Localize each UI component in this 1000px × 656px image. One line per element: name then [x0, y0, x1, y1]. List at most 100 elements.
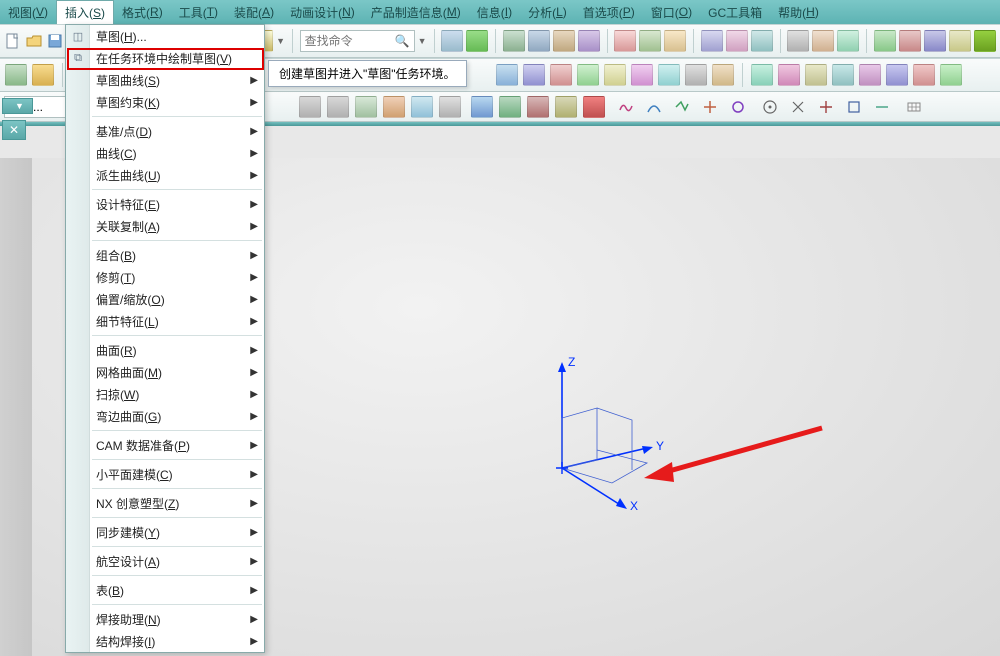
menu-item[interactable]: 修剪(T)▶ — [66, 266, 264, 288]
tb2-icon[interactable] — [684, 63, 708, 87]
tb2-icon[interactable] — [657, 63, 681, 87]
tb2-icon[interactable] — [603, 63, 627, 87]
tb3-icon[interactable] — [498, 95, 522, 119]
close-button[interactable]: ✕ — [2, 120, 26, 140]
tb3-icon[interactable] — [642, 95, 666, 119]
tb-icon[interactable] — [639, 29, 661, 53]
tb2-icon[interactable] — [630, 63, 654, 87]
tb2-icon[interactable] — [576, 63, 600, 87]
tb-icon[interactable] — [949, 29, 971, 53]
tb-icon[interactable] — [874, 29, 896, 53]
menu-item[interactable]: 航空设计(A)▶ — [66, 550, 264, 572]
tb3-icon[interactable] — [726, 95, 750, 119]
tb3-icon[interactable] — [698, 95, 722, 119]
tb-icon[interactable] — [899, 29, 921, 53]
menu-帮助[interactable]: 帮助(H) — [770, 0, 827, 24]
command-search[interactable]: 🔍 — [300, 30, 415, 52]
menu-item[interactable]: 关联复制(A)▶ — [66, 215, 264, 237]
menu-item[interactable]: 设计特征(E)▶ — [66, 193, 264, 215]
menu-item[interactable]: 细节特征(L)▶ — [66, 310, 264, 332]
menu-item[interactable]: 草图约束(K)▶ — [66, 91, 264, 113]
tb2-icon[interactable] — [831, 63, 855, 87]
tb2-icon[interactable] — [912, 63, 936, 87]
menu-item[interactable]: 曲线(C)▶ — [66, 142, 264, 164]
tb3-icon[interactable] — [438, 95, 462, 119]
menu-item[interactable]: 扫掠(W)▶ — [66, 383, 264, 405]
tb3-icon[interactable] — [870, 95, 894, 119]
tb3-icon[interactable] — [786, 95, 810, 119]
menu-装配[interactable]: 装配(A) — [226, 0, 282, 24]
menu-item[interactable]: 小平面建模(C)▶ — [66, 463, 264, 485]
tb3-icon[interactable] — [758, 95, 782, 119]
tb2-icon[interactable] — [885, 63, 909, 87]
new-icon[interactable] — [4, 29, 22, 53]
menu-产品制造信息[interactable]: 产品制造信息(M) — [363, 0, 469, 24]
tb3-icon[interactable] — [670, 95, 694, 119]
tb3-icon[interactable] — [814, 95, 838, 119]
tb2-icon[interactable] — [804, 63, 828, 87]
menu-item[interactable]: 组合(B)▶ — [66, 244, 264, 266]
open-icon[interactable] — [25, 29, 43, 53]
tb-icon[interactable] — [528, 29, 550, 53]
menu-格式[interactable]: 格式(R) — [114, 0, 171, 24]
tb-icon[interactable] — [553, 29, 575, 53]
menu-item[interactable]: 网格曲面(M)▶ — [66, 361, 264, 383]
tb-icon[interactable] — [974, 29, 996, 53]
tb3-icon[interactable] — [614, 95, 638, 119]
tb2-icon[interactable] — [750, 63, 774, 87]
menu-item[interactable]: ◫草图(H)... — [66, 25, 264, 47]
tb3-icon[interactable] — [582, 95, 606, 119]
tb2-icon[interactable] — [4, 63, 28, 87]
menu-插入[interactable]: 插入(S) — [56, 0, 114, 24]
tb3-icon[interactable] — [326, 95, 350, 119]
save-icon[interactable] — [46, 29, 64, 53]
menu-item[interactable]: 焊接助理(N)▶ — [66, 608, 264, 630]
menu-item[interactable]: 偏置/缩放(O)▶ — [66, 288, 264, 310]
tb-icon[interactable] — [441, 29, 463, 53]
menu-item[interactable]: 曲面(R)▶ — [66, 339, 264, 361]
tb2-icon[interactable] — [939, 63, 963, 87]
tb2-icon[interactable] — [31, 63, 55, 87]
chevron-down-icon[interactable]: ▼ — [418, 29, 427, 53]
tb-icon[interactable] — [578, 29, 600, 53]
chevron-down-icon[interactable]: ▼ — [276, 29, 285, 53]
menu-item[interactable]: 同步建模(Y)▶ — [66, 521, 264, 543]
tb3-icon[interactable] — [298, 95, 322, 119]
menu-分析[interactable]: 分析(L) — [520, 0, 575, 24]
menu-item[interactable]: CAM 数据准备(P)▶ — [66, 434, 264, 456]
tb3-icon[interactable] — [842, 95, 866, 119]
menu-GC工具箱[interactable]: GC工具箱 — [700, 0, 770, 24]
tb2-icon[interactable] — [549, 63, 573, 87]
menu-item[interactable]: 草图曲线(S)▶ — [66, 69, 264, 91]
tb3-icon[interactable] — [382, 95, 406, 119]
tb3-icon[interactable] — [526, 95, 550, 119]
tb3-icon[interactable] — [354, 95, 378, 119]
left-dropdown[interactable]: ▼ — [2, 98, 33, 114]
tb-icon[interactable] — [837, 29, 859, 53]
tb-icon[interactable] — [701, 29, 723, 53]
tb-icon[interactable] — [787, 29, 809, 53]
menu-动画设计[interactable]: 动画设计(N) — [282, 0, 363, 24]
menu-信息[interactable]: 信息(I) — [469, 0, 520, 24]
tb-icon[interactable] — [751, 29, 773, 53]
menu-item[interactable]: 基准/点(D)▶ — [66, 120, 264, 142]
tb-icon[interactable] — [503, 29, 525, 53]
menu-工具[interactable]: 工具(T) — [171, 0, 226, 24]
tb2-icon[interactable] — [777, 63, 801, 87]
menu-item[interactable]: 结构焊接(I)▶ — [66, 630, 264, 652]
menu-item[interactable]: 派生曲线(U)▶ — [66, 164, 264, 186]
menu-item[interactable]: NX 创意塑型(Z)▶ — [66, 492, 264, 514]
tb-icon[interactable] — [726, 29, 748, 53]
tb-icon[interactable] — [466, 29, 488, 53]
command-search-input[interactable] — [305, 34, 395, 48]
menu-窗口[interactable]: 窗口(O) — [643, 0, 700, 24]
tb2-icon[interactable] — [522, 63, 546, 87]
tb3-icon[interactable] — [470, 95, 494, 119]
tb-icon[interactable] — [614, 29, 636, 53]
tb-icon[interactable] — [812, 29, 834, 53]
menu-item[interactable]: 表(B)▶ — [66, 579, 264, 601]
tb2-icon[interactable] — [711, 63, 735, 87]
tb3-icon[interactable] — [410, 95, 434, 119]
menu-首选项[interactable]: 首选项(P) — [575, 0, 643, 24]
tb3-icon[interactable] — [902, 95, 926, 119]
